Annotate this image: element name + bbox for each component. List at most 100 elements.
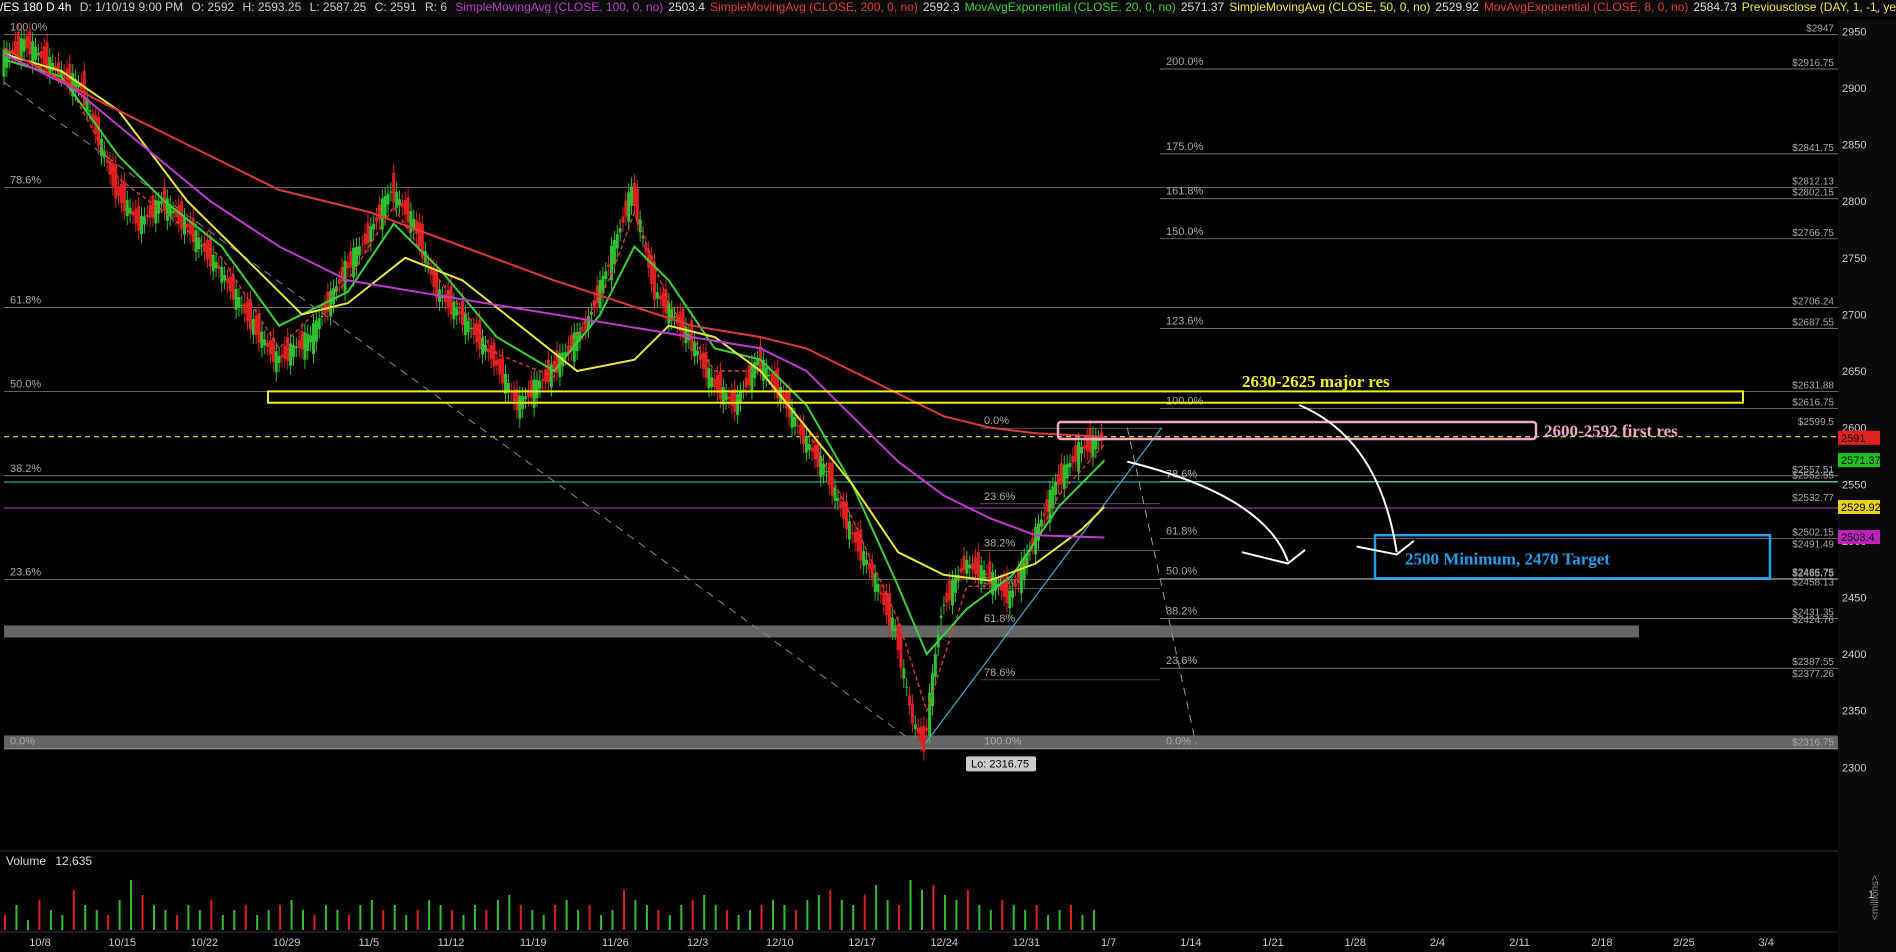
- candle-body: [968, 564, 972, 569]
- candle-body: [896, 624, 900, 650]
- candle-body: [243, 303, 247, 314]
- level-label: $2552.55: [1792, 470, 1834, 481]
- fib-label: 23.6%: [1166, 655, 1197, 667]
- level-label: $2387.55: [1792, 657, 1834, 668]
- volume-bar: [783, 905, 786, 930]
- volume-bar: [657, 910, 660, 930]
- candle-body: [724, 393, 728, 401]
- volume-bar: [829, 890, 832, 930]
- candle-body: [191, 217, 195, 242]
- candle-body: [824, 471, 828, 473]
- volume-bar: [256, 915, 259, 930]
- low-label: Lo: 2316.75: [971, 758, 1029, 770]
- date-tick-label: 11/26: [602, 937, 629, 949]
- volume-bar: [233, 910, 236, 930]
- volume-bar: [428, 900, 431, 930]
- price-chart[interactable]: 2300235024002450250025502600265027002750…: [0, 0, 1896, 952]
- study-label[interactable]: SimpleMovingAvg (CLOSE, 100, 0, no): [455, 0, 663, 14]
- volume-bar: [393, 905, 396, 930]
- study-label[interactable]: SimpleMovingAvg (CLOSE, 50, 0, no): [1229, 0, 1430, 14]
- volume-bar: [1092, 910, 1095, 930]
- study-value: 2503.4: [668, 0, 705, 14]
- candle-body: [386, 193, 390, 205]
- volume-bar: [279, 905, 282, 930]
- settings-icon[interactable]: ⌄: [1872, 2, 1882, 16]
- candle-body: [134, 208, 138, 223]
- study-label[interactable]: MovAvgExponential (CLOSE, 20, 0, no): [965, 0, 1176, 14]
- candle-body: [707, 368, 711, 389]
- volume-bar: [691, 900, 694, 930]
- candle-body: [260, 331, 264, 348]
- volume-bar: [852, 905, 855, 930]
- volume-bar: [496, 900, 499, 930]
- candle-body: [306, 333, 310, 352]
- candle-body: [406, 197, 410, 223]
- candle-body: [300, 331, 304, 350]
- candle-body: [160, 201, 164, 205]
- volume-bar: [1081, 915, 1084, 930]
- candle-body: [661, 292, 665, 307]
- volume-bar: [668, 915, 671, 930]
- fib-label: 0.0%: [984, 415, 1009, 427]
- candle-body: [501, 357, 505, 384]
- date-tick-label: 12/3: [687, 937, 708, 949]
- candle-body: [667, 302, 671, 324]
- candle-body: [604, 271, 608, 280]
- candle-body: [194, 230, 198, 253]
- candle-body: [922, 725, 926, 752]
- candle-body: [228, 276, 232, 292]
- candle-body: [1016, 569, 1020, 584]
- candle-body: [481, 337, 485, 355]
- volume-bar: [347, 915, 350, 930]
- candle-body: [770, 373, 774, 383]
- volume-bar: [737, 915, 740, 930]
- candle-body: [598, 280, 602, 309]
- study-label[interactable]: SimpleMovingAvg (CLOSE, 200, 0, no): [710, 0, 918, 14]
- candle-body: [853, 531, 857, 543]
- candle-body: [589, 311, 593, 315]
- candle-body: [449, 286, 453, 315]
- fib-label: 61.8%: [10, 294, 41, 306]
- fib-label: 200.0%: [1166, 56, 1204, 68]
- symbol-label[interactable]: /ES 180 D 4h: [0, 0, 71, 14]
- fib-label: 78.6%: [984, 667, 1015, 679]
- fib-label: 50.0%: [10, 379, 41, 391]
- candle-body: [713, 378, 717, 387]
- candle-body: [142, 216, 146, 225]
- candle-body: [395, 191, 399, 208]
- fib-label: 23.6%: [10, 567, 41, 579]
- candle-body: [5, 50, 9, 68]
- candle-body: [220, 267, 224, 283]
- volume-bar: [806, 900, 809, 930]
- volume-bar: [542, 915, 545, 930]
- volume-bar: [439, 905, 442, 930]
- candle-body: [804, 436, 808, 453]
- study-value: 2529.92: [1435, 0, 1479, 14]
- candle-body: [908, 695, 912, 706]
- candle-body: [876, 583, 880, 593]
- volume-bar: [554, 905, 557, 930]
- volume-bar: [267, 910, 270, 930]
- candle-body: [88, 110, 92, 112]
- volume-bar: [703, 895, 706, 930]
- level-label: $2599.5: [1798, 417, 1835, 428]
- candle-body: [807, 444, 811, 451]
- candle-body: [844, 501, 848, 530]
- candle-body: [111, 162, 115, 187]
- candle-body: [910, 703, 914, 724]
- candle-body: [125, 200, 129, 217]
- fib-label: 38.2%: [10, 463, 41, 475]
- level-label: $2424.76: [1792, 615, 1834, 626]
- volume-bar: [221, 915, 224, 930]
- volume-bar: [107, 915, 110, 930]
- level-label: $2491.49: [1792, 540, 1834, 551]
- candle-body: [1039, 519, 1043, 527]
- candle-body: [756, 359, 760, 366]
- candle-body: [25, 35, 29, 49]
- fib-label: 100.0%: [1166, 396, 1204, 408]
- volume-bar: [531, 910, 534, 930]
- study-label[interactable]: MovAvgExponential (CLOSE, 8, 0, no): [1484, 0, 1689, 14]
- volume-bar: [141, 895, 144, 930]
- candle-body: [223, 275, 227, 281]
- volume-bar: [909, 880, 912, 930]
